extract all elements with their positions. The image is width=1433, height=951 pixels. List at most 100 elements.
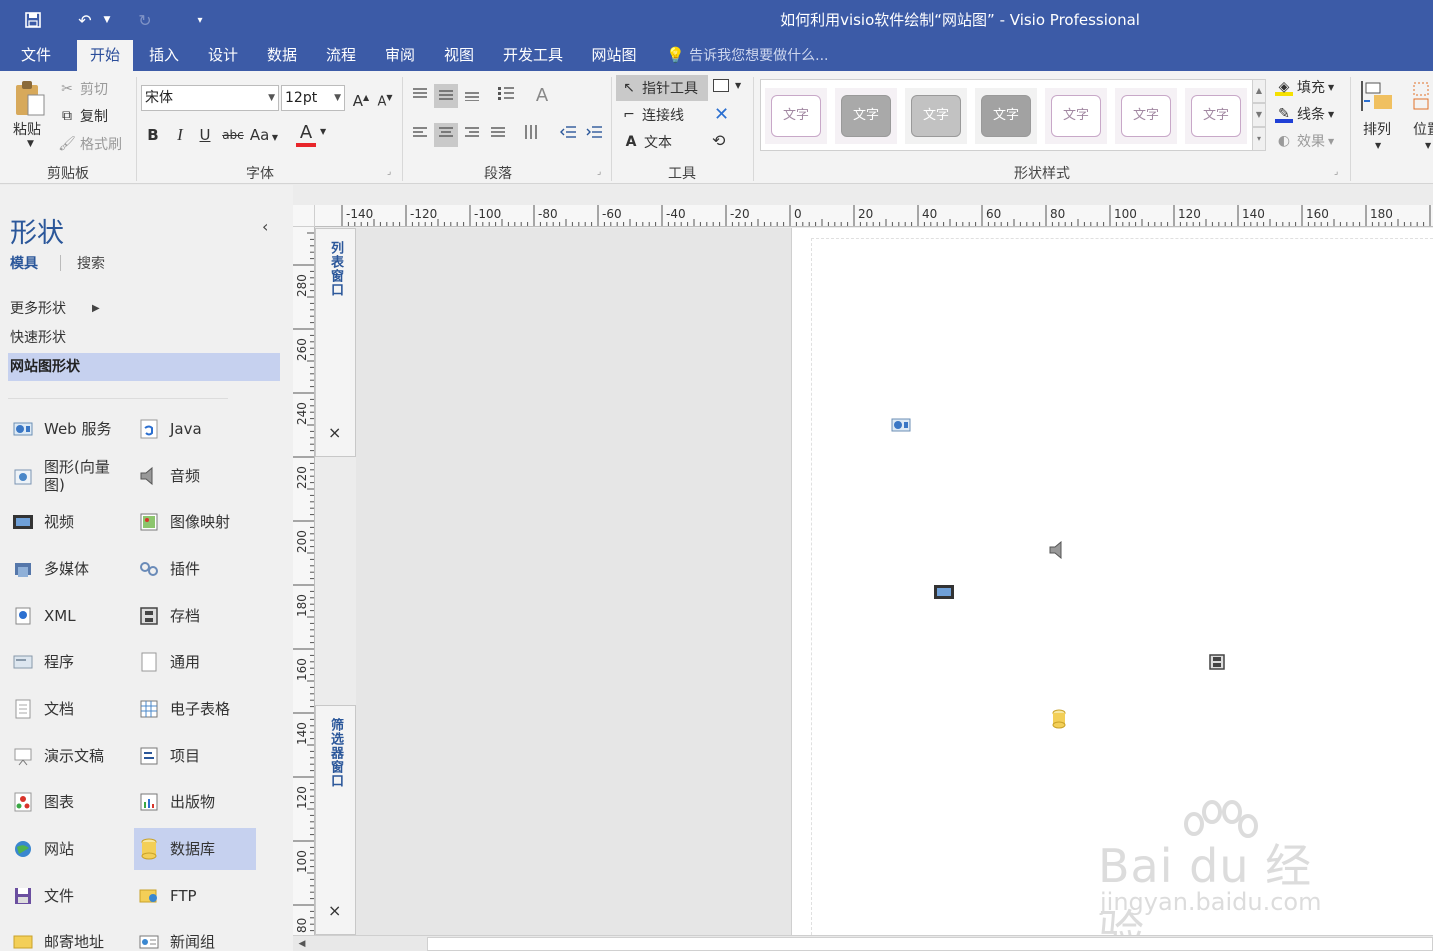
strikethrough-button[interactable]: abc (220, 123, 246, 147)
connector-tool-button[interactable]: ⌐ 连接线 (620, 105, 684, 125)
position-icon[interactable] (1410, 79, 1432, 113)
archive-shape[interactable] (1207, 652, 1227, 672)
shape-style-3[interactable]: 文字 (905, 88, 967, 144)
shape-style-1[interactable]: 文字 (765, 88, 827, 144)
format-painter-button[interactable]: 🖌 格式刷 (58, 134, 122, 154)
shape-website[interactable]: 网站 (8, 828, 130, 870)
chevron-down-icon[interactable]: ▼ (334, 86, 341, 110)
close-icon[interactable]: × (328, 901, 341, 920)
decrease-indent-icon[interactable] (556, 123, 580, 147)
shape-vector-graphic[interactable]: 图形(向量图) (8, 455, 130, 497)
audio-shape[interactable] (1047, 540, 1067, 560)
tab-developer[interactable]: 开发工具 (494, 40, 572, 71)
position-dropdown-icon[interactable]: ▼ (1425, 141, 1431, 150)
align-top-icon[interactable] (408, 84, 432, 108)
tab-review[interactable]: 审阅 (376, 40, 424, 71)
shape-audio[interactable]: 音频 (134, 455, 256, 497)
effects-button[interactable]: ◐ 效果 ▼ (1275, 131, 1334, 151)
rotate-connector-icon[interactable]: ⟲ (712, 131, 725, 150)
shape-multimedia[interactable]: 多媒体 (8, 548, 130, 590)
paste-dropdown-icon[interactable]: ▼ (27, 139, 34, 149)
grow-font-button[interactable]: A▲ (349, 86, 373, 110)
shape-mailing-address[interactable]: 邮寄地址 (8, 921, 130, 951)
copy-button[interactable]: ⧉ 复制 (58, 106, 108, 126)
shape-database[interactable]: 数据库 (134, 828, 256, 870)
horizontal-scrollbar[interactable]: ◀ (293, 935, 1433, 951)
shape-web-service[interactable]: Web 服务 (8, 408, 130, 450)
shape-file[interactable]: 文件 (8, 875, 130, 917)
close-icon[interactable]: × (328, 423, 341, 442)
arrange-icon[interactable] (1360, 79, 1396, 113)
shape-document[interactable]: 文档 (8, 688, 130, 730)
shape-publication[interactable]: 出版物 (134, 781, 256, 823)
shape-styles-dialog-launcher-icon[interactable]: ⌟ (1334, 167, 1338, 177)
font-name-combo[interactable]: 宋体 ▼ (141, 85, 279, 111)
position-button[interactable]: 位置 (1413, 119, 1433, 139)
vertical-ruler[interactable]: 280 260 240 220 200 180 160 140 120 100 … (293, 227, 315, 935)
bullets-icon[interactable] (494, 84, 518, 108)
gallery-more-icon[interactable]: ▾ (1252, 127, 1266, 151)
collapse-pane-icon[interactable]: ‹ (262, 217, 268, 236)
shape-program[interactable]: 程序 (8, 641, 130, 683)
gallery-scroll-down-icon[interactable]: ▼ (1252, 103, 1266, 127)
tab-view[interactable]: 视图 (435, 40, 483, 71)
font-color-dropdown-icon[interactable]: ▼ (320, 127, 326, 136)
align-center-icon[interactable] (434, 123, 458, 147)
justify-icon[interactable] (486, 123, 510, 147)
shape-chart[interactable]: 图表 (8, 781, 130, 823)
shape-style-2[interactable]: 文字 (835, 88, 897, 144)
underline-button[interactable]: U (193, 123, 217, 147)
arrange-dropdown-icon[interactable]: ▼ (1375, 141, 1381, 150)
list-window[interactable]: 列表窗口 × (315, 228, 356, 457)
text-direction-icon[interactable]: A (530, 84, 554, 108)
shape-java[interactable]: Java (134, 408, 256, 450)
increase-indent-icon[interactable] (582, 123, 606, 147)
change-case-button[interactable]: Aa ▼ (249, 123, 279, 147)
shape-generic[interactable]: 通用 (134, 641, 256, 683)
shape-image-map[interactable]: 图像映射 (134, 501, 256, 543)
shape-style-4[interactable]: 文字 (975, 88, 1037, 144)
shape-project[interactable]: 项目 (134, 735, 256, 777)
shape-style-7[interactable]: 文字 (1185, 88, 1247, 144)
line-button[interactable]: ✎ 线条 ▼ (1275, 104, 1334, 124)
cut-button[interactable]: ✂ 剪切 (58, 79, 108, 99)
tell-me-search[interactable]: 💡 告诉我您想要做什么... (666, 40, 829, 71)
align-bottom-icon[interactable] (460, 84, 484, 108)
shape-ftp[interactable]: FTP (134, 875, 256, 917)
paste-button[interactable]: 粘贴 (13, 119, 41, 139)
more-shapes-item[interactable]: 更多形状 ▶ (8, 295, 280, 323)
vertical-text-icon[interactable] (520, 123, 544, 147)
align-left-icon[interactable] (408, 123, 432, 147)
scroll-left-icon[interactable]: ◀ (295, 937, 309, 951)
fill-button[interactable]: ◈ 填充 ▼ (1275, 77, 1334, 97)
shape-archive[interactable]: 存档 (134, 595, 256, 637)
text-tool-button[interactable]: A 文本 (622, 132, 672, 152)
font-dialog-launcher-icon[interactable]: ⌟ (387, 167, 391, 177)
shape-presentation[interactable]: 演示文稿 (8, 735, 130, 777)
shrink-font-button[interactable]: A▼ (373, 86, 397, 110)
paragraph-dialog-launcher-icon[interactable]: ⌟ (597, 167, 601, 177)
undo-icon[interactable]: ↶ (72, 8, 98, 32)
redo-icon[interactable]: ↻ (132, 8, 158, 32)
tab-data[interactable]: 数据 (258, 40, 306, 71)
shape-plugin[interactable]: 插件 (134, 548, 256, 590)
site-map-shapes-item[interactable]: 网站图形状 (8, 353, 280, 381)
undo-dropdown-icon[interactable]: ▼ (100, 8, 114, 32)
tab-file[interactable]: 文件 (12, 40, 60, 71)
tab-insert[interactable]: 插入 (140, 40, 188, 71)
shape-newsgroup[interactable]: 新闻组 (134, 921, 256, 951)
delete-connection-icon[interactable]: ✕ (714, 104, 729, 125)
italic-button[interactable]: I (168, 123, 192, 147)
align-middle-icon[interactable] (434, 84, 458, 108)
rectangle-tool-button[interactable]: ▼ (713, 79, 741, 92)
font-size-combo[interactable]: 12pt ▼ (281, 85, 345, 111)
arrange-button[interactable]: 排列 (1363, 119, 1391, 139)
tab-process[interactable]: 流程 (317, 40, 365, 71)
shape-video[interactable]: 视频 (8, 501, 130, 543)
quick-shapes-item[interactable]: 快速形状 (8, 324, 280, 352)
filter-window[interactable]: 筛选器窗口 × (315, 705, 356, 935)
align-right-icon[interactable] (460, 123, 484, 147)
save-icon[interactable] (20, 8, 46, 32)
gallery-scroll-up-icon[interactable]: ▲ (1252, 79, 1266, 103)
chevron-down-icon[interactable]: ▼ (268, 86, 275, 110)
